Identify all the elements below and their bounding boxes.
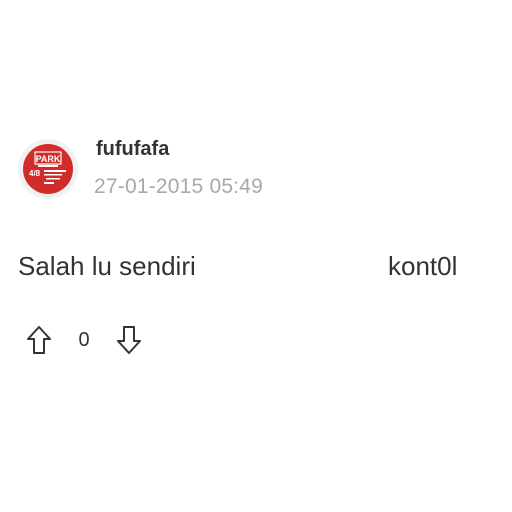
vote-bar: 0: [22, 322, 146, 358]
comment-text: Salah lu sendiri: [18, 251, 196, 281]
vote-count: 0: [78, 328, 90, 351]
avatar-logo-text: PARK: [36, 154, 61, 164]
username[interactable]: fufufafa: [96, 138, 169, 161]
avatar[interactable]: PARK 4/8: [18, 139, 78, 199]
comment-text-right: kont0l: [388, 251, 458, 281]
comment-card: PARK 4/8 fufufafa 27-01-2015 05:49 Salah…: [0, 0, 512, 512]
downvote-button[interactable]: [112, 322, 146, 358]
post-timestamp: 27-01-2015 05:49: [94, 175, 264, 198]
avatar-logo-icon: PARK 4/8: [23, 144, 73, 194]
avatar-badge-text: 4/8: [29, 169, 41, 178]
upvote-button[interactable]: [22, 322, 56, 358]
arrow-up-icon: [27, 326, 51, 354]
arrow-down-icon: [117, 326, 141, 354]
